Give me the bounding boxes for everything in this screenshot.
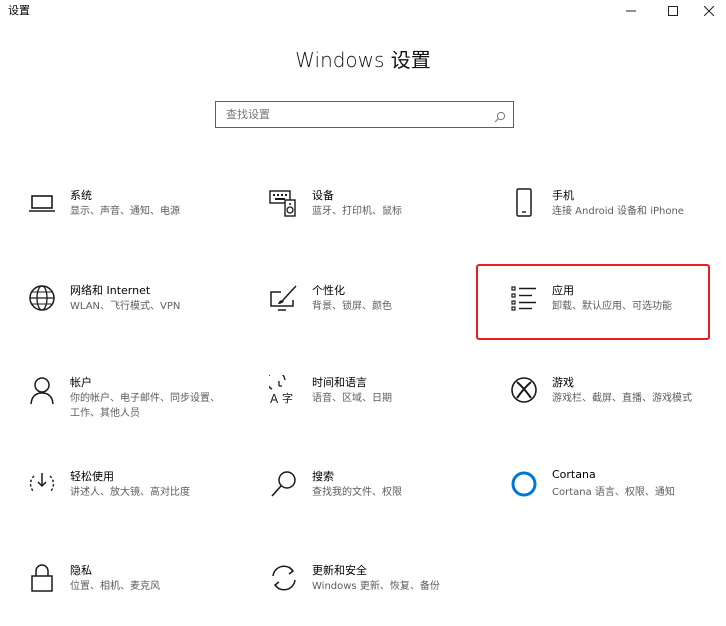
tile-network[interactable]: 网络和 Internet WLAN、飞行模式、VPN <box>26 282 246 346</box>
time-language-icon: A字 <box>268 374 300 406</box>
search-icon[interactable] <box>494 108 506 127</box>
ease-of-access-icon <box>26 468 58 500</box>
minimize-icon <box>626 10 636 12</box>
close-icon <box>704 6 714 16</box>
tile-description: 显示、声音、通知、电源 <box>70 206 180 217</box>
tile-update-security[interactable]: 更新和安全 Windows 更新、恢复、备份 <box>268 562 488 626</box>
tile-description: Cortana 语言、权限、通知 <box>552 487 675 498</box>
tile-name: 游戏 <box>552 376 574 389</box>
tile-description: 背景、锁屏、颜色 <box>312 301 392 312</box>
phone-icon <box>508 187 540 219</box>
tile-gaming[interactable]: 游戏 游戏栏、截屏、直播、游戏模式 <box>508 374 726 438</box>
tile-name: 隐私 <box>70 564 92 577</box>
tile-name: 设备 <box>312 189 334 202</box>
tile-privacy[interactable]: 隐私 位置、相机、麦克风 <box>26 562 246 626</box>
tile-name: 轻松使用 <box>70 470 114 483</box>
tile-description: 讲述人、放大镜、高对比度 <box>70 487 190 498</box>
tile-name: 个性化 <box>312 284 345 297</box>
tile-description: 语音、区域、日期 <box>312 393 392 404</box>
tile-search[interactable]: 搜索 查找我的文件、权限 <box>268 468 488 532</box>
tile-name: 时间和语言 <box>312 376 367 389</box>
globe-icon <box>26 282 58 314</box>
maximize-button[interactable] <box>656 0 690 22</box>
cortana-ring-icon <box>508 468 540 500</box>
close-button[interactable] <box>692 0 726 22</box>
tile-devices[interactable]: 设备 蓝牙、打印机、鼠标 <box>268 187 488 251</box>
brush-screen-icon <box>268 282 300 314</box>
tile-description: 连接 Android 设备和 iPhone <box>552 206 684 217</box>
tile-system[interactable]: 系统 显示、声音、通知、电源 <box>26 187 246 251</box>
tile-name: 网络和 Internet <box>70 284 151 297</box>
svg-text:字: 字 <box>282 391 293 405</box>
tile-accounts[interactable]: 帐户 你的帐户、电子邮件、同步设置、工作、其他人员 <box>26 374 246 438</box>
tile-name: 搜索 <box>312 470 334 483</box>
tile-description: 蓝牙、打印机、鼠标 <box>312 206 402 217</box>
person-icon <box>26 374 58 406</box>
tile-name: 手机 <box>552 189 574 202</box>
laptop-icon <box>26 187 58 219</box>
page-title: Windows 设置 <box>295 48 431 72</box>
xbox-icon <box>508 374 540 406</box>
svg-text:A: A <box>270 392 279 405</box>
tile-description: 游戏栏、截屏、直播、游戏模式 <box>552 393 692 404</box>
tile-description: 查找我的文件、权限 <box>312 487 402 498</box>
search-input[interactable] <box>216 102 486 127</box>
maximize-icon <box>668 6 678 16</box>
highlight-box <box>476 264 710 340</box>
tile-ease-of-access[interactable]: 轻松使用 讲述人、放大镜、高对比度 <box>26 468 246 532</box>
sync-icon <box>268 562 300 594</box>
tile-phone[interactable]: 手机 连接 Android 设备和 iPhone <box>508 187 726 251</box>
lock-icon <box>26 562 58 594</box>
tile-name: 帐户 <box>70 376 92 389</box>
title-bar: 设置 <box>0 0 726 28</box>
tile-description: Windows 更新、恢复、备份 <box>312 581 440 592</box>
search-box[interactable] <box>215 101 514 128</box>
tile-name: Cortana <box>552 468 596 481</box>
tile-personalization[interactable]: 个性化 背景、锁屏、颜色 <box>268 282 488 346</box>
tile-time-language[interactable]: A字 时间和语言 语音、区域、日期 <box>268 374 488 438</box>
search-icon <box>268 468 300 500</box>
tile-description: 你的帐户、电子邮件、同步设置、工作、其他人员 <box>70 393 220 419</box>
keyboard-speaker-icon <box>268 187 300 219</box>
tile-name: 系统 <box>70 189 92 202</box>
minimize-button[interactable] <box>614 0 648 22</box>
tile-name: 更新和安全 <box>312 564 367 577</box>
tile-description: WLAN、飞行模式、VPN <box>70 301 181 312</box>
window-title: 设置 <box>8 4 30 17</box>
tile-cortana[interactable]: Cortana Cortana 语言、权限、通知 <box>508 468 726 532</box>
tile-description: 位置、相机、麦克风 <box>70 581 160 592</box>
